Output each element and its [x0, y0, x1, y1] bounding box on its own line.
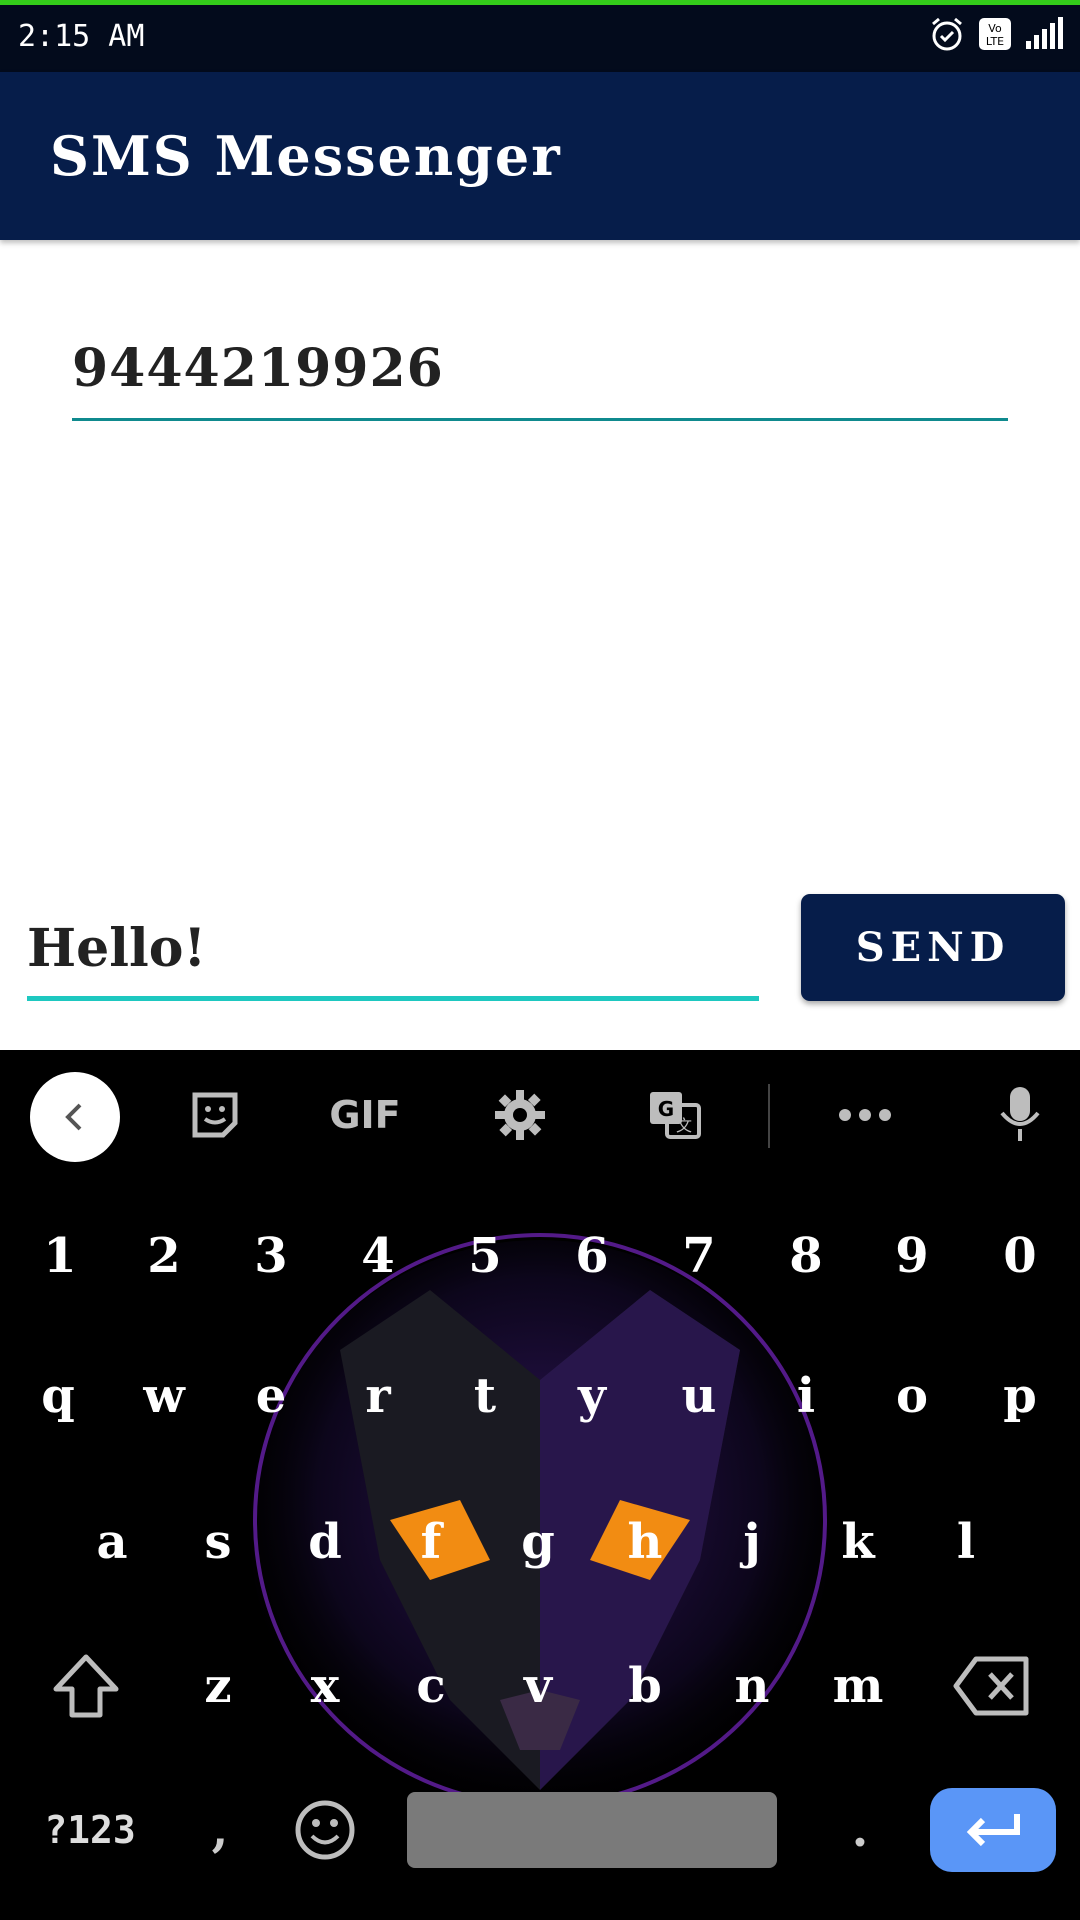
key-g[interactable]: g — [488, 1482, 588, 1602]
more-icon[interactable] — [830, 1050, 900, 1180]
settings-icon[interactable] — [485, 1050, 555, 1180]
key-1[interactable]: 1 — [10, 1196, 110, 1316]
app-title: SMS Messenger — [50, 124, 562, 188]
key-5[interactable]: 5 — [435, 1196, 535, 1316]
status-time: 2:15 AM — [18, 19, 145, 54]
toolbar-divider — [768, 1084, 770, 1148]
key-x[interactable]: x — [275, 1626, 375, 1746]
key-7[interactable]: 7 — [649, 1196, 749, 1316]
keyboard-toolbar: GIF G文 — [0, 1050, 1080, 1180]
key-z[interactable]: z — [168, 1626, 268, 1746]
key-b[interactable]: b — [595, 1626, 695, 1746]
key-d[interactable]: d — [275, 1482, 375, 1602]
gif-button[interactable]: GIF — [320, 1050, 410, 1180]
key-i[interactable]: i — [756, 1336, 856, 1456]
status-bar: 2:15 AM Vo LTE — [0, 5, 1080, 72]
key-8[interactable]: 8 — [756, 1196, 856, 1316]
key-f[interactable]: f — [381, 1482, 481, 1602]
status-icons: Vo LTE — [928, 15, 1064, 57]
key-a[interactable]: a — [62, 1482, 162, 1602]
message-field[interactable]: Hello! — [27, 908, 759, 1001]
send-button[interactable]: SEND — [801, 894, 1065, 1001]
svg-text:LTE: LTE — [986, 35, 1004, 48]
shift-key[interactable] — [36, 1626, 136, 1746]
key-q[interactable]: q — [8, 1336, 108, 1456]
svg-text:G: G — [658, 1097, 674, 1121]
mic-icon[interactable] — [985, 1050, 1055, 1180]
key-s[interactable]: s — [168, 1482, 268, 1602]
phone-number-value: 9444219926 — [72, 338, 444, 399]
key-p[interactable]: p — [970, 1336, 1070, 1456]
volte-icon: Vo LTE — [978, 17, 1012, 55]
key-u[interactable]: u — [649, 1336, 749, 1456]
app-bar: SMS Messenger — [0, 72, 1080, 240]
key-t[interactable]: t — [435, 1336, 535, 1456]
backspace-key[interactable] — [942, 1626, 1042, 1746]
key-0[interactable]: 0 — [970, 1196, 1070, 1316]
enter-icon — [966, 1814, 1020, 1847]
key-6[interactable]: 6 — [542, 1196, 642, 1316]
key-r[interactable]: r — [328, 1336, 428, 1456]
key-e[interactable]: e — [221, 1336, 321, 1456]
key-3[interactable]: 3 — [221, 1196, 321, 1316]
phone-number-field[interactable]: 9444219926 — [72, 330, 1008, 421]
emoji-key[interactable] — [275, 1770, 375, 1890]
message-value: Hello! — [27, 918, 207, 979]
svg-text:文: 文 — [676, 1116, 692, 1135]
emoji-icon — [295, 1800, 355, 1860]
key-m[interactable]: m — [808, 1626, 908, 1746]
key-l[interactable]: l — [916, 1482, 1016, 1602]
back-icon[interactable] — [30, 1072, 120, 1162]
enter-key[interactable] — [930, 1788, 1056, 1872]
alarm-icon — [928, 15, 966, 57]
translate-icon[interactable]: G文 — [640, 1050, 710, 1180]
shift-icon — [53, 1654, 119, 1718]
keyboard: GIF G文 1 2 3 4 5 6 7 8 9 0 q w e r t y u — [0, 1050, 1080, 1920]
key-v[interactable]: v — [488, 1626, 588, 1746]
space-key[interactable] — [407, 1792, 777, 1868]
signal-icon — [1024, 17, 1064, 55]
key-k[interactable]: k — [808, 1482, 908, 1602]
key-2[interactable]: 2 — [114, 1196, 214, 1316]
key-w[interactable]: w — [114, 1336, 214, 1456]
key-4[interactable]: 4 — [328, 1196, 428, 1316]
symbols-key[interactable]: ?123 — [40, 1792, 140, 1868]
key-j[interactable]: j — [702, 1482, 802, 1602]
sticker-icon[interactable] — [180, 1050, 250, 1180]
key-c[interactable]: c — [381, 1626, 481, 1746]
svg-text:Vo: Vo — [988, 22, 1002, 35]
key-y[interactable]: y — [542, 1336, 642, 1456]
key-h[interactable]: h — [595, 1482, 695, 1602]
key-n[interactable]: n — [702, 1626, 802, 1746]
key-9[interactable]: 9 — [862, 1196, 962, 1316]
comma-key[interactable]: , — [170, 1770, 270, 1890]
key-o[interactable]: o — [862, 1336, 962, 1456]
period-key[interactable]: . — [810, 1770, 910, 1890]
backspace-icon — [953, 1656, 1029, 1716]
